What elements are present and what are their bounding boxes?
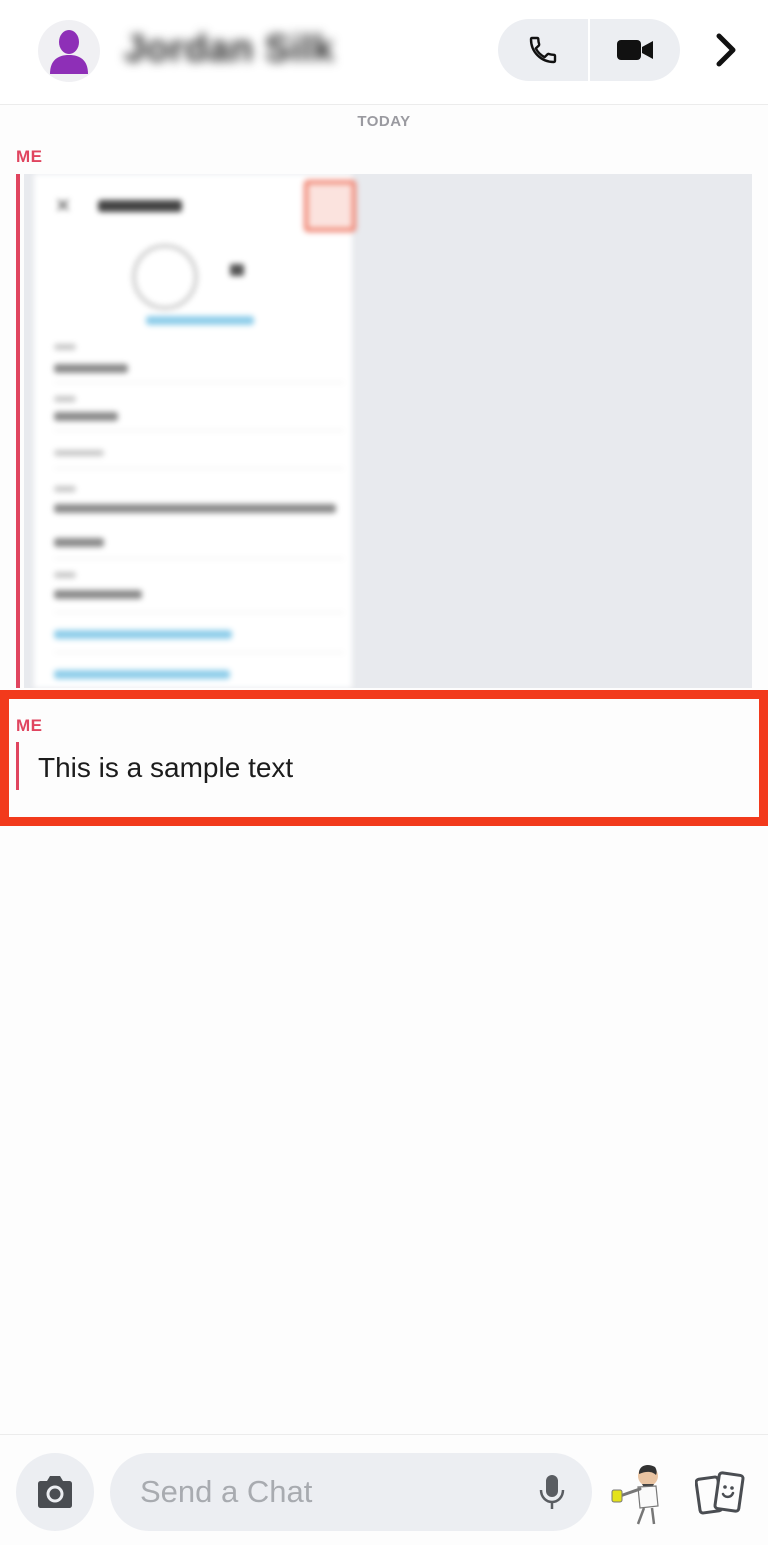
date-separator: TODAY <box>357 113 411 130</box>
send-chat-input[interactable] <box>110 1453 592 1531</box>
camera-icon <box>38 1476 72 1508</box>
cards-button[interactable] <box>692 1468 748 1518</box>
text-message[interactable]: This is a sample text <box>38 752 293 784</box>
video-camera-icon <box>617 40 653 60</box>
contact-name[interactable]: Jordan Silk <box>124 28 334 71</box>
close-icon <box>57 199 69 211</box>
person-silhouette-icon <box>50 30 88 74</box>
message-sender-bar <box>16 742 19 790</box>
blurred-screenshot <box>34 174 356 688</box>
message-sender-bar <box>16 174 20 688</box>
bitmoji-icon <box>611 1464 659 1525</box>
cards-icon <box>695 1471 745 1515</box>
phone-icon <box>529 36 557 64</box>
microphone-icon <box>539 1475 565 1509</box>
video-call-button[interactable] <box>590 19 680 81</box>
voice-call-button[interactable] <box>498 19 588 81</box>
camera-button[interactable] <box>16 1453 94 1531</box>
chevron-right-button[interactable] <box>706 30 746 70</box>
message-sender: ME <box>16 147 43 166</box>
chat-header: Jordan Silk <box>0 0 768 105</box>
message-sender: ME <box>16 716 43 735</box>
call-button-group <box>498 19 680 81</box>
chevron-right-icon <box>716 33 736 67</box>
composer-divider <box>0 1434 768 1435</box>
microphone-button[interactable] <box>530 1470 574 1514</box>
avatar[interactable] <box>38 20 100 82</box>
image-message[interactable] <box>24 174 752 688</box>
bitmoji-button[interactable] <box>606 1462 672 1526</box>
